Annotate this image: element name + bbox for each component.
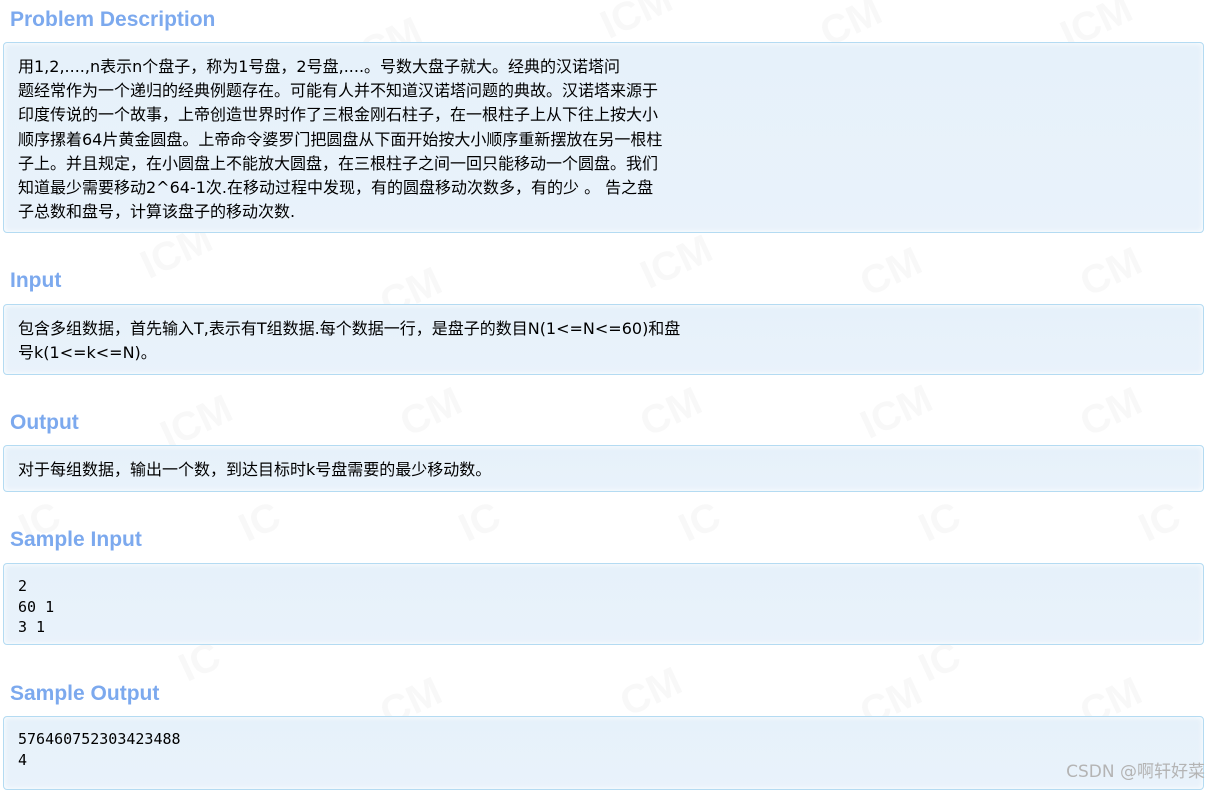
output-title: Output: [10, 411, 79, 434]
problem-description-panel: 用1,2,....,n表示n个盘子，称为1号盘，2号盘,....。号数大盘子就大…: [3, 42, 1204, 233]
output-panel: 对于每组数据，输出一个数，到达目标时k号盘需要的最少移动数。: [3, 445, 1204, 492]
problem-description-text: 用1,2,....,n表示n个盘子，称为1号盘，2号盘,....。号数大盘子就大…: [18, 57, 663, 222]
sample-output-text: 576460752303423488 4: [18, 730, 181, 769]
input-panel: 包含多组数据，首先输入T,表示有T组数据.每个数据一行，是盘子的数目N(1<=N…: [3, 304, 1204, 375]
problem-description-title: Problem Description: [10, 8, 216, 31]
problem-page: CM ICM CM ICM ICM CM ICM CM CM ICM CM CM…: [0, 0, 1219, 790]
sample-input-text: 2 60 1 3 1: [18, 577, 55, 636]
sample-output-panel: 576460752303423488 4: [3, 716, 1204, 790]
output-text: 对于每组数据，输出一个数，到达目标时k号盘需要的最少移动数。: [18, 460, 492, 479]
csdn-credit-watermark: CSDN @啊轩好菜: [1066, 762, 1205, 782]
input-text: 包含多组数据，首先输入T,表示有T组数据.每个数据一行，是盘子的数目N(1<=N…: [18, 319, 681, 363]
sample-input-title: Sample Input: [10, 528, 142, 551]
sample-input-panel: 2 60 1 3 1: [3, 563, 1204, 645]
sample-output-title: Sample Output: [10, 682, 160, 705]
input-title: Input: [10, 269, 62, 292]
